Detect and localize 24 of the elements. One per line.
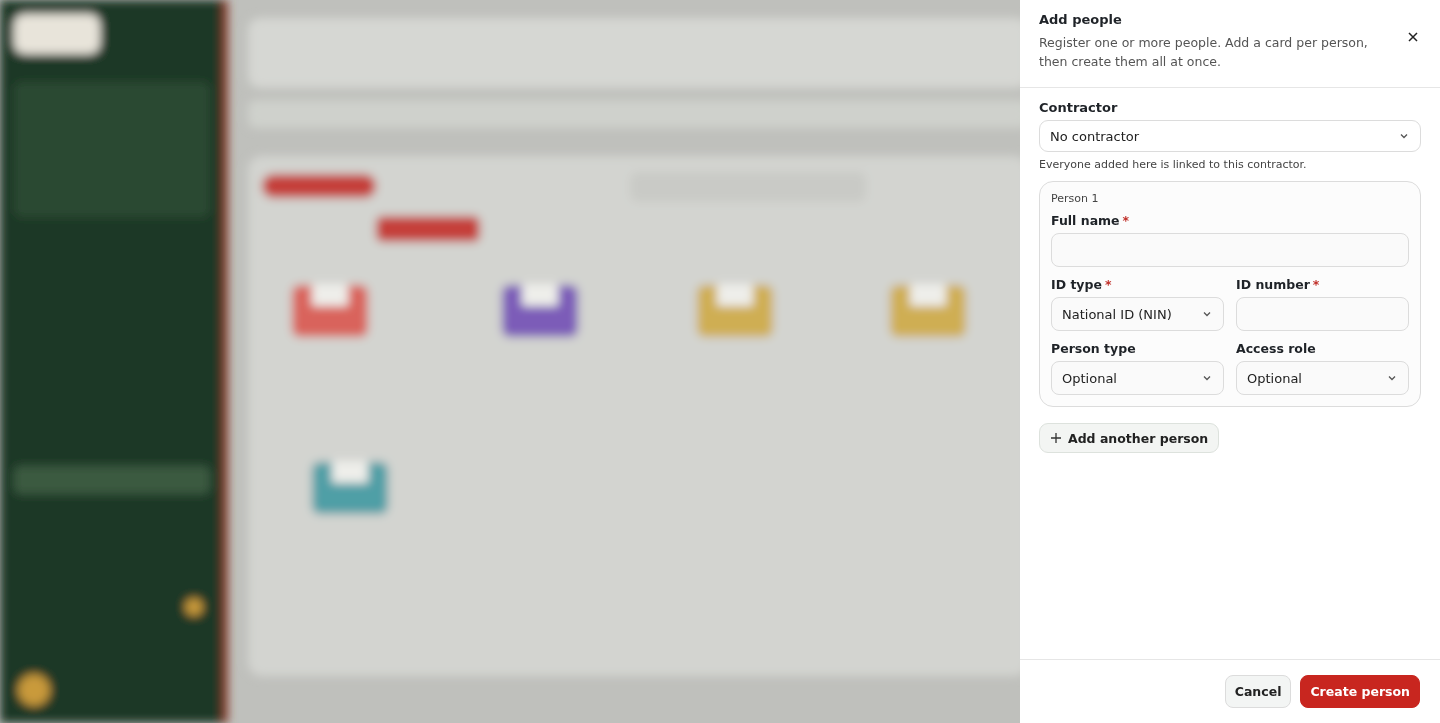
field-label: Access role [1236,341,1316,356]
dropdown[interactable]: No contractor [1039,120,1421,152]
required-mark: * [1122,213,1130,228]
input-field[interactable] [1051,233,1409,267]
field-label: Full name [1051,213,1120,228]
panel-title: Add people [1039,12,1123,27]
dropdown[interactable]: National ID (NIN) [1051,297,1224,331]
field-label: ID number [1236,277,1310,292]
input-field[interactable] [1236,297,1409,331]
panel-description: Register one or more people. Add a card per person, then create them all at once. [1039,34,1369,71]
add-person-button[interactable]: Add another person [1039,423,1220,453]
plus-icon [1050,432,1062,444]
required-mark: * [1312,277,1320,292]
create-button[interactable]: Create person [1300,675,1420,708]
dropdown[interactable]: Optional [1236,361,1409,395]
card-heading: Person 1 [1051,192,1100,205]
field-label: Contractor [1039,100,1119,115]
dropdown[interactable]: Optional [1051,361,1224,395]
helper-text: Everyone added here is linked to this contractor. [1039,158,1308,171]
required-mark: * [1104,277,1112,292]
field-label: ID type [1051,277,1102,292]
cancel-button[interactable]: Cancel [1224,675,1292,708]
close-icon[interactable] [1406,30,1420,44]
field-label: Person type [1051,341,1136,356]
